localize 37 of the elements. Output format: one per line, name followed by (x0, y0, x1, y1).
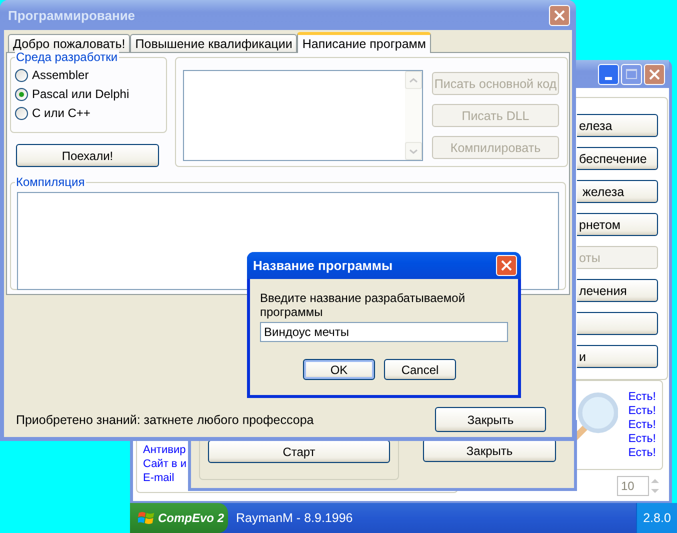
start-button[interactable]: Старт (208, 440, 390, 463)
radio-label[interactable]: Pascal или Delphi (32, 87, 130, 101)
menu-button[interactable]: лечения (577, 279, 658, 302)
window-title: Программирование (8, 8, 136, 22)
tab[interactable]: Написание программ (297, 32, 431, 53)
dialog-button[interactable]: Cancel (384, 359, 456, 380)
menu-button[interactable]: и (577, 345, 658, 368)
radio-label[interactable]: Assembler (32, 68, 89, 82)
spin-field[interactable]: 10 (617, 476, 649, 496)
prompt-text: Введите название разрабатываемой программы (260, 291, 466, 319)
tab[interactable]: Добро пожаловать! (8, 34, 130, 52)
taskbar-item[interactable]: RaymanM - 8.9.1996 (236, 511, 353, 525)
go-button[interactable]: Поехали! (16, 144, 159, 167)
tray-text: 2.8.0 (636, 503, 677, 533)
close-button[interactable]: Закрыть (435, 407, 546, 432)
name-input-field[interactable]: Виндоус мечты (260, 322, 508, 342)
group-title: Среда разработки (15, 50, 119, 64)
status-text: Приобретено знаний: заткнете любого профессора (16, 412, 314, 426)
dialog-button[interactable]: OK (303, 359, 375, 380)
menu-button[interactable]: беспечение (577, 147, 658, 170)
link[interactable]: Антивир (143, 444, 186, 456)
start-button[interactable]: CompEvo 2 (130, 503, 228, 533)
radio-label[interactable]: C или C++ (32, 106, 90, 120)
dialog-title: Название программы (253, 258, 393, 273)
status-link[interactable]: Есть! (628, 391, 656, 403)
link[interactable]: Сайт в и (143, 458, 186, 470)
group-title: Компиляция (15, 175, 86, 189)
close-button[interactable]: Закрыть (423, 439, 556, 462)
link[interactable]: E-mail (143, 472, 174, 484)
status-link[interactable]: Есть! (628, 419, 656, 431)
status-link[interactable]: Есть! (628, 433, 656, 445)
status-link[interactable]: Есть! (628, 405, 656, 417)
menu-button[interactable]: железа (577, 180, 658, 203)
menu-button[interactable]: елеза (577, 114, 658, 137)
tab[interactable]: Повышение квалификации (130, 34, 298, 52)
menu-button[interactable]: рнетом (577, 213, 658, 236)
status-link[interactable]: Есть! (628, 447, 656, 459)
